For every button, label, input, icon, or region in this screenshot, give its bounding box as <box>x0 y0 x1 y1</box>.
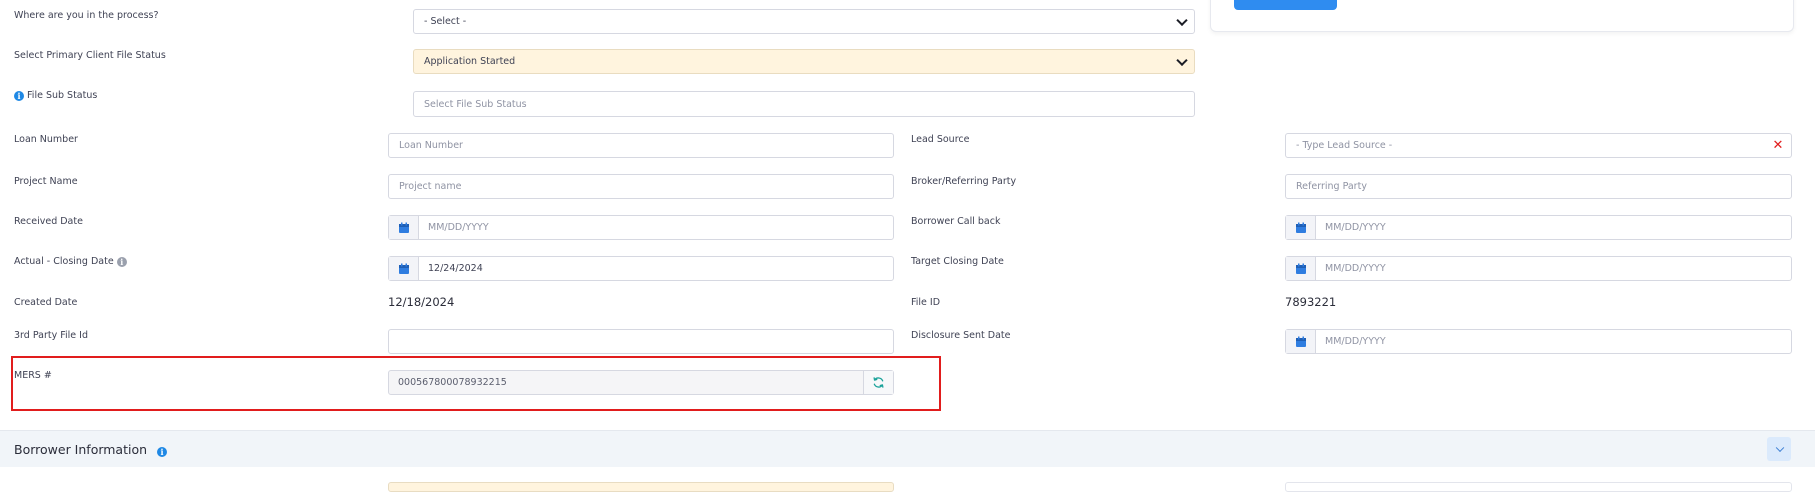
calendar-icon[interactable] <box>389 257 419 280</box>
file-id-label: File ID <box>911 297 941 308</box>
received-date-placeholder: MM/DD/YYYY <box>428 222 489 233</box>
chevron-down-icon <box>1176 14 1188 26</box>
info-icon[interactable]: i <box>157 447 168 457</box>
created-date-label: Created Date <box>14 297 78 308</box>
broker-placeholder: Referring Party <box>1296 181 1367 192</box>
chevron-down-icon <box>1176 54 1188 66</box>
target-closing-input[interactable]: MM/DD/YYYY <box>1285 256 1792 281</box>
received-date-input[interactable]: MM/DD/YYYY <box>388 215 894 240</box>
actual-closing-label-wrap: Actual - Closing Date i <box>14 256 127 267</box>
disclosure-sent-placeholder: MM/DD/YYYY <box>1325 336 1386 347</box>
borrower-section-header[interactable]: Borrower Information i <box>0 430 1815 467</box>
info-icon[interactable]: i <box>14 91 24 101</box>
loan-number-placeholder: Loan Number <box>399 140 463 151</box>
process-select[interactable]: - Select - <box>413 9 1195 34</box>
mers-value: 000567800078932215 <box>398 377 507 388</box>
lead-source-label: Lead Source <box>911 134 970 145</box>
project-name-label: Project Name <box>14 176 78 187</box>
info-icon[interactable]: i <box>116 257 127 267</box>
loan-number-input[interactable]: Loan Number <box>388 133 894 158</box>
lead-source-input[interactable]: - Type Lead Source - <box>1285 133 1766 158</box>
sub-status-placeholder: Select File Sub Status <box>424 98 527 110</box>
received-date-label: Received Date <box>14 216 83 227</box>
file-id-value: 7893221 <box>1285 295 1337 309</box>
borrower-section-title-wrap: Borrower Information i <box>14 442 168 457</box>
borrower-callback-placeholder: MM/DD/YYYY <box>1325 222 1386 233</box>
actual-closing-input[interactable]: 12/24/2024 <box>388 256 894 281</box>
created-date-value: 12/18/2024 <box>388 295 455 309</box>
client-status-select[interactable]: Application Started <box>413 49 1195 74</box>
client-status-value: Application Started <box>424 56 516 67</box>
third-party-label: 3rd Party File Id <box>14 330 88 341</box>
calendar-icon[interactable] <box>389 216 419 239</box>
sub-status-label-wrap: i File Sub Status <box>14 90 97 101</box>
target-closing-label: Target Closing Date <box>911 256 1004 267</box>
client-status-label: Select Primary Client File Status <box>14 50 166 61</box>
borrower-callback-label: Borrower Call back <box>911 216 1001 227</box>
actual-closing-label: Actual - Closing Date <box>14 256 114 267</box>
third-party-input[interactable] <box>388 329 894 354</box>
loan-number-label: Loan Number <box>14 134 78 145</box>
mers-label: MERS # <box>14 370 52 381</box>
close-icon: ✕ <box>1772 138 1784 153</box>
sub-status-label: File Sub Status <box>27 90 98 101</box>
broker-label: Broker/Referring Party <box>911 176 1017 187</box>
calendar-icon[interactable] <box>1286 330 1316 353</box>
mers-input[interactable]: 000567800078932215 <box>388 370 894 395</box>
disclosure-sent-label: Disclosure Sent Date <box>911 330 1011 341</box>
collapse-button[interactable] <box>1767 437 1791 461</box>
sub-status-input[interactable]: Select File Sub Status <box>413 91 1195 117</box>
process-label: Where are you in the process? <box>14 10 159 21</box>
partial-field[interactable] <box>1285 482 1792 492</box>
top-card-button[interactable] <box>1234 0 1337 10</box>
borrower-callback-input[interactable]: MM/DD/YYYY <box>1285 215 1792 240</box>
project-name-input[interactable]: Project name <box>388 174 894 199</box>
calendar-icon[interactable] <box>1286 216 1316 239</box>
project-name-placeholder: Project name <box>399 181 462 192</box>
actual-closing-value: 12/24/2024 <box>428 263 483 274</box>
refresh-icon[interactable] <box>863 371 893 394</box>
borrower-section-title: Borrower Information <box>14 442 148 457</box>
target-closing-placeholder: MM/DD/YYYY <box>1325 263 1386 274</box>
lead-source-placeholder: - Type Lead Source - <box>1296 140 1393 151</box>
clear-lead-source-button[interactable]: ✕ <box>1765 133 1792 158</box>
chevron-down-icon <box>1775 443 1785 453</box>
disclosure-sent-input[interactable]: MM/DD/YYYY <box>1285 329 1792 354</box>
calendar-icon[interactable] <box>1286 257 1316 280</box>
partial-field[interactable] <box>388 482 894 492</box>
broker-input[interactable]: Referring Party <box>1285 174 1792 199</box>
process-select-value: - Select - <box>424 16 467 27</box>
